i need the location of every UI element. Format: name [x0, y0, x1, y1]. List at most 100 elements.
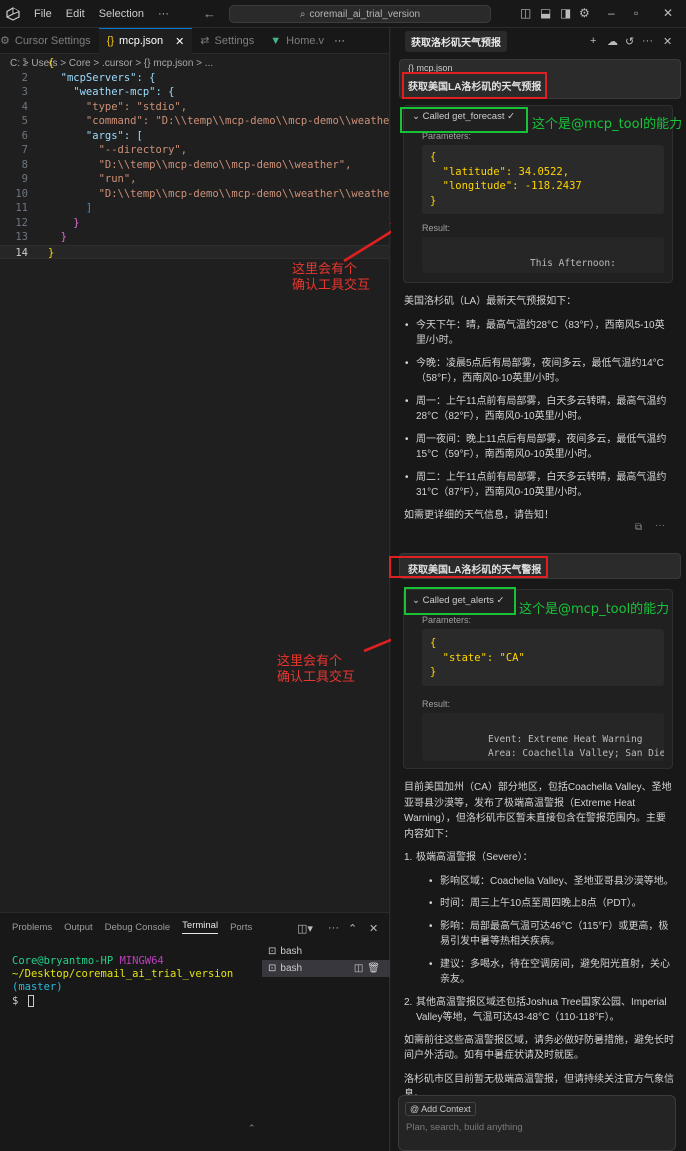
tab-debug-console[interactable]: Debug Console: [105, 922, 171, 933]
search-icon: ⌕: [299, 8, 306, 20]
add-context-button[interactable]: @ Add Context: [405, 1102, 476, 1116]
code-line: ]: [48, 202, 93, 214]
resize-handle-icon[interactable]: ⌃: [248, 1123, 256, 1134]
tab-terminal[interactable]: Terminal: [182, 920, 219, 934]
settings-icon: ⇄: [200, 35, 210, 47]
trash-icon[interactable]: 🗑: [367, 963, 380, 974]
history-icon[interactable]: ↺: [625, 35, 634, 48]
terminal-session-active[interactable]: ⊡ bash ◫ 🗑: [262, 960, 390, 977]
code-line: }: [48, 231, 67, 243]
maximize-panel-icon[interactable]: ⌃: [348, 922, 357, 935]
menu-selection[interactable]: Selection: [99, 8, 144, 20]
tab-output[interactable]: Output: [64, 922, 93, 933]
more-actions-icon[interactable]: ···: [655, 520, 665, 531]
annotation-mcp-tool-2: 这个是@mcp_tool的能力: [519, 602, 670, 617]
title-bar: File Edit Selection ··· ← → ⌕ coremail_a…: [0, 0, 686, 28]
minimize-icon[interactable]: –: [608, 6, 615, 20]
tab-problems[interactable]: Problems: [12, 922, 52, 933]
toggle-sidebar-icon[interactable]: ◫: [520, 6, 531, 20]
terminal-session[interactable]: ⊡ bash: [262, 943, 390, 960]
chat-input-placeholder[interactable]: Plan, search, build anything: [406, 1122, 523, 1133]
tab-cursor-settings[interactable]: ⚙ Cursor Settings: [0, 28, 99, 54]
tab-ports[interactable]: Ports: [230, 922, 252, 933]
line-number: 6: [21, 129, 28, 142]
result-label: Result:: [422, 223, 451, 233]
line-number: 7: [21, 144, 28, 156]
list-number: 1.: [404, 852, 413, 863]
alerts-intro: 目前美国加州（CA）部分地区，包括Coachella Valley、圣地亚哥县沙…: [404, 782, 672, 840]
line-number: 11: [15, 202, 28, 214]
maximize-icon[interactable]: ▫: [634, 6, 638, 20]
close-tab-icon[interactable]: ✕: [175, 35, 184, 48]
close-chat-icon[interactable]: ✕: [663, 35, 672, 48]
tab-mcp-json[interactable]: {} mcp.json ✕: [98, 27, 193, 54]
back-arrow-icon[interactable]: ←: [203, 6, 216, 21]
result-output: Event: Extreme Heat Warning Area: Coache…: [422, 713, 664, 761]
list-number: 2.: [404, 996, 413, 1008]
line-number: 5: [21, 115, 28, 127]
parameters-code: { "state": "CA" }: [422, 629, 664, 686]
json-file-icon: {}: [106, 35, 115, 47]
terminal-prompt: $: [12, 995, 19, 1007]
toggle-panel-icon[interactable]: ⬓: [540, 6, 551, 20]
alerts-paragraph-1: 如需前往这些高温警报区域，请务必做好防暑措施，避免长时间户外活动。如有中暑症状请…: [404, 1034, 674, 1062]
gear-icon: ⚙: [0, 35, 10, 47]
command-center-search[interactable]: ⌕ coremail_ai_trial_version: [229, 5, 491, 23]
gear-icon[interactable]: ⚙: [579, 6, 590, 20]
forecast-intro: 美国洛杉矶（LA）最新天气预报如下：: [404, 296, 577, 307]
annotation-box-query-1: [402, 72, 547, 99]
code-line: "D:\\temp\\mcp-demo\\mcp-demo\\weather",: [48, 158, 352, 171]
parameters-json: { "state": "CA" }: [430, 637, 525, 678]
chat-composer[interactable]: @ Add Context Plan, search, build anythi…: [398, 1095, 676, 1151]
copy-icon[interactable]: ⧉: [635, 522, 642, 533]
tab-home-vue[interactable]: ▼ Home.v: [262, 28, 332, 54]
close-panel-icon[interactable]: ✕: [369, 922, 378, 935]
more-actions-icon[interactable]: ···: [328, 922, 339, 934]
split-terminal-icon[interactable]: ◫: [354, 963, 363, 974]
forecast-list: 今天下午：晴，最高气温约28°C（83°F），西南风5-10英里/小时。 今晚：…: [404, 318, 674, 501]
terminal-session-label: bash: [280, 946, 303, 957]
toggle-secondary-sidebar-icon[interactable]: ◨: [560, 6, 571, 20]
close-window-icon[interactable]: ✕: [663, 6, 673, 20]
terminal-shell: MINGW64: [119, 955, 164, 967]
code-line: "D:\\temp\\mcp-demo\\mcp-demo\\weather\\…: [48, 187, 390, 200]
alerts-list: 1. 极端高温警报（Severe）： 影响区域：Coachella Valley…: [404, 850, 674, 1026]
tab-settings[interactable]: ⇄ Settings: [192, 28, 262, 54]
parameters-json: { "latitude": 34.0522, "longitude": -118…: [430, 151, 582, 207]
parameters-code: { "latitude": 34.0522, "longitude": -118…: [422, 145, 664, 214]
list-item: 周二：上午11点前有局部雾，白天多云转晴，最高气温约31°C（87°F），西南风…: [404, 470, 674, 501]
more-actions-icon[interactable]: ···: [642, 35, 653, 47]
tab-label: Settings: [214, 34, 255, 47]
list-item: 周一：上午11点前有局部雾，白天多云转晴，最高气温约28°C（82°F），西南风…: [404, 394, 674, 425]
line-number: 10: [15, 187, 28, 200]
cursor-logo-icon: [6, 6, 20, 21]
alerts-answer: 目前美国加州（CA）部分地区，包括Coachella Valley、圣地亚哥县沙…: [404, 780, 674, 1103]
annotation-box-query-2: [389, 556, 548, 578]
add-chat-icon[interactable]: +: [590, 35, 596, 47]
code-editor[interactable]: 1{ 2 "mcpServers": { 3 "weather-mcp": { …: [0, 56, 390, 259]
terminal-output[interactable]: Core@bryantmo-HP MINGW64 ~/Desktop/corem…: [12, 955, 257, 1008]
more-actions-icon[interactable]: ···: [334, 35, 345, 47]
menu-more[interactable]: ···: [158, 8, 169, 20]
chat-title[interactable]: 获取洛杉矶天气预报: [405, 30, 507, 52]
menu-edit[interactable]: Edit: [66, 8, 85, 20]
code-line: "weather-mcp": {: [48, 86, 175, 98]
code-line: }: [48, 216, 80, 229]
code-line: "mcpServers": {: [48, 71, 156, 84]
line-number: 9: [21, 173, 28, 185]
list-item: 建议：多喝水，待在空调房间，避免阳光直射，关心亲友。: [428, 957, 674, 988]
line-number: 3: [21, 86, 28, 98]
line-number: 13: [15, 231, 28, 243]
result-label: Result:: [422, 699, 451, 709]
forecast-answer: 美国洛杉矶（LA）最新天气预报如下： 今天下午：晴，最高气温约28°C（83°F…: [404, 294, 674, 523]
code-line: "command": "D:\\temp\\mcp-demo\\mcp-demo…: [48, 115, 390, 127]
search-label: coremail_ai_trial_version: [309, 8, 421, 20]
code-line: "--directory",: [48, 144, 188, 156]
terminal-session-label: bash: [280, 963, 303, 974]
annotation-box-tool-2: [404, 587, 516, 615]
annotation-confirm-tool-2: 这里会有个 确认工具交互: [277, 654, 356, 685]
tab-label: Cursor Settings: [14, 34, 91, 47]
new-terminal-icon[interactable]: ◫▾: [297, 922, 313, 935]
cloud-icon[interactable]: ☁: [607, 35, 618, 48]
menu-file[interactable]: File: [34, 8, 52, 20]
